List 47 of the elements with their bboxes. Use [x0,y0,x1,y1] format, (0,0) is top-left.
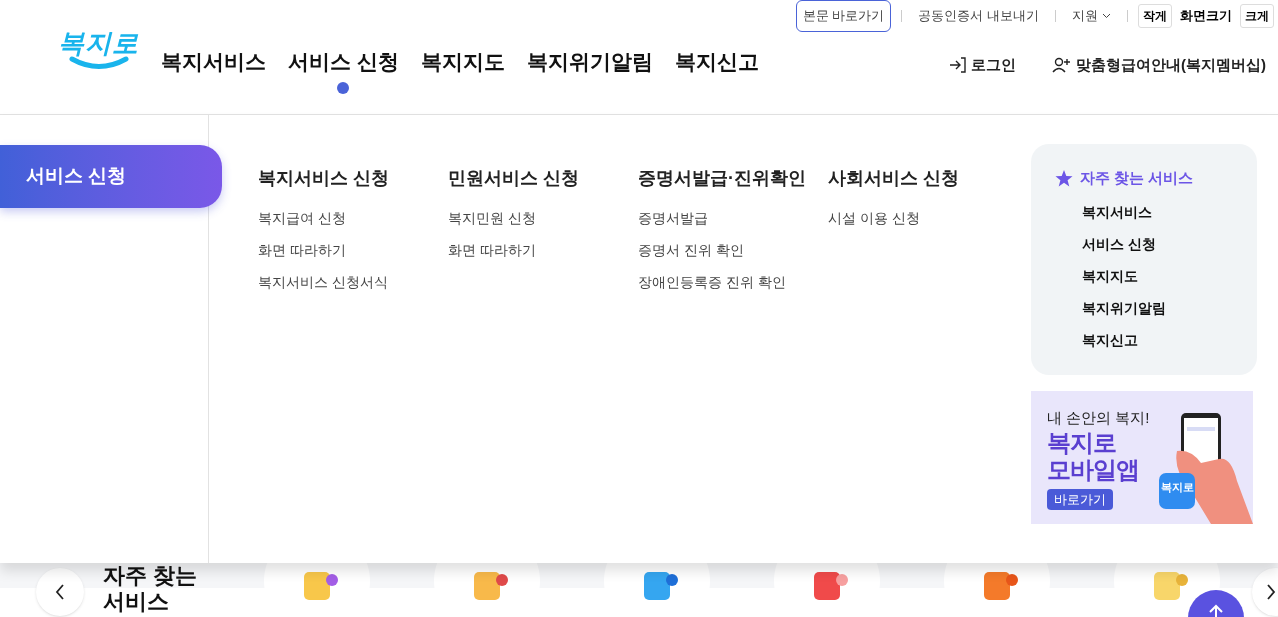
column-heading: 증명서발급·진위확인 [638,167,807,190]
favorite-link[interactable]: 복지서비스 [1082,201,1257,234]
nav-tab[interactable]: 복지신고 [663,46,770,98]
favorite-link[interactable]: 복지신고 [1082,329,1257,362]
font-size-label: 화면크기 [1180,7,1232,26]
favorite-link[interactable]: 복지위기알림 [1082,297,1257,330]
menu-link[interactable]: 복지민원 신청 [448,208,638,240]
menu-title: 서비스 신청 [0,145,222,208]
add-user-icon [1052,57,1072,74]
menu-link[interactable]: 복지급여 신청 [258,208,448,240]
login-icon [949,57,967,74]
skip-link[interactable]: 본문 바로가기 [795,0,892,32]
menu-link[interactable]: 화면 따라하기 [258,240,448,272]
nav-tab[interactable]: 서비스 신청 [277,46,410,98]
chevron-right-icon [1266,584,1276,600]
banner-button[interactable]: 바로가기 [1047,489,1113,510]
caret-icon [1102,13,1111,19]
star-icon [1055,169,1073,187]
support-dropdown[interactable]: 지원 [1066,6,1117,26]
menu-link[interactable]: 장애인등록증 진위 확인 [638,272,828,304]
column-heading: 민원서비스 신청 [448,167,580,190]
font-larger-button[interactable]: 크게 [1240,4,1274,28]
nav-tab[interactable]: 복지위기알림 [515,46,664,98]
nav-tab[interactable]: 복지서비스 [150,46,277,98]
login-link[interactable]: 로그인 [949,54,1016,77]
menu-link[interactable]: 증명서 진위 확인 [638,240,828,272]
font-smaller-button[interactable]: 작게 [1138,4,1172,28]
membership-link[interactable]: 맞춤형급여안내(복지멤버십) [1052,54,1266,77]
favorites-title: 자주 찾는 서비스 [1080,168,1194,188]
column-heading: 사회서비스 신청 [828,167,960,190]
menu-link[interactable]: 증명서발급 [638,208,828,240]
arrow-up-icon [1208,604,1224,617]
app-banner[interactable]: 내 손안의 복지! 복지로 모바일앱 바로가기 복지로 [1031,391,1253,524]
menu-link[interactable]: 화면 따라하기 [448,240,638,272]
utility-link[interactable]: 공동인증서 내보내기 [912,6,1045,26]
nav-tab[interactable]: 복지지도 [409,46,516,98]
menu-link[interactable]: 복지서비스 신청서식 [258,272,448,304]
menu-link[interactable]: 시설 이용 신청 [828,208,1018,240]
section-title: 자주 찾는 서비스 [103,563,199,615]
column-heading: 복지서비스 신청 [258,167,390,190]
banner-tagline: 내 손안의 복지! [1047,408,1150,428]
smile-icon [68,56,129,70]
banner-title: 복지로 모바일앱 [1047,429,1139,483]
favorite-link[interactable]: 서비스 신청 [1082,233,1257,266]
app-icon: 복지로 [1159,473,1195,509]
chevron-left-icon [55,584,65,600]
favorite-link[interactable]: 복지지도 [1082,265,1257,298]
